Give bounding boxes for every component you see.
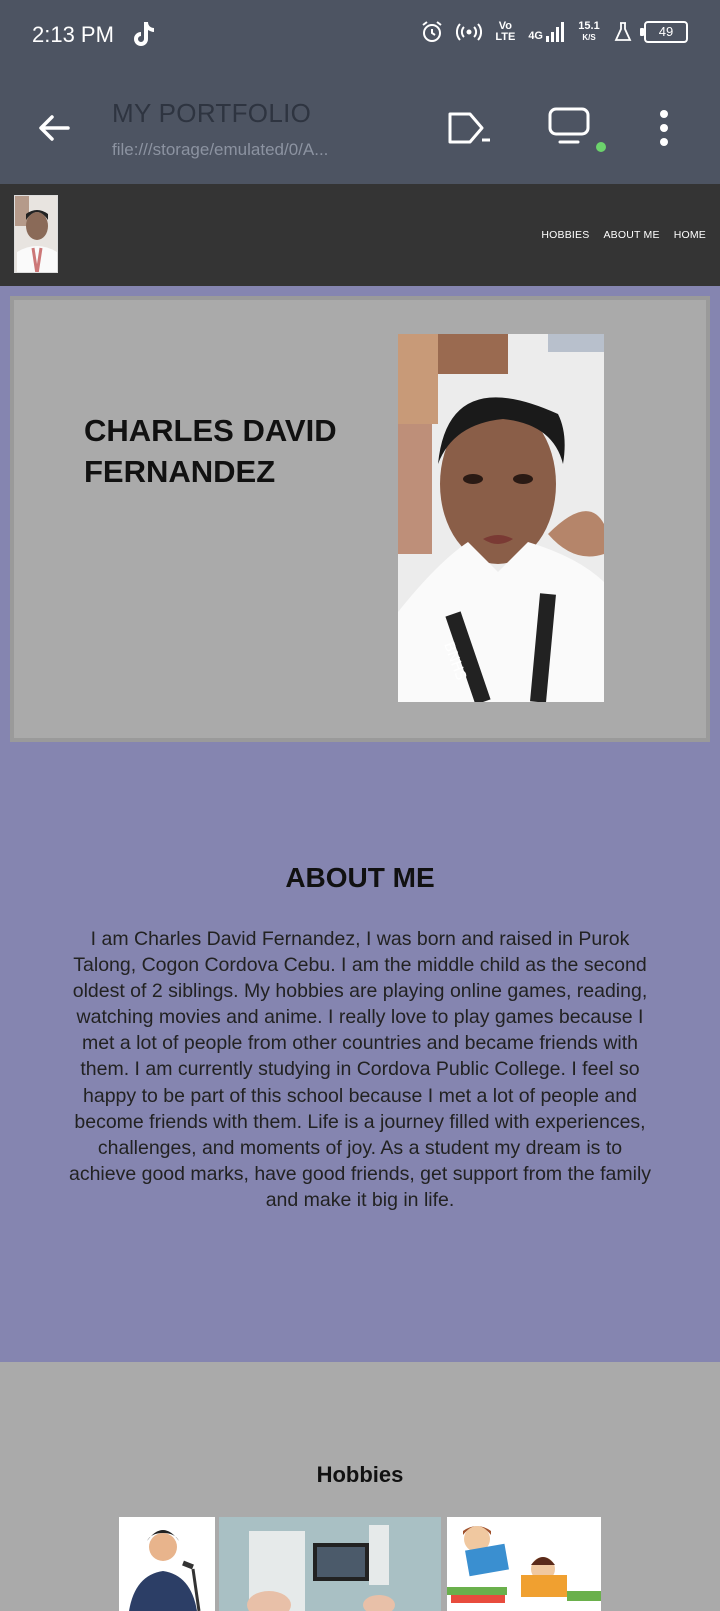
nav-hobbies[interactable]: HOBBIES xyxy=(541,229,589,241)
profile-photo: BNHS xyxy=(398,334,604,702)
volte-label: Vo LTE xyxy=(495,20,516,43)
profile-photo-art: BNHS xyxy=(398,334,604,702)
net-speed-value: 15.1 xyxy=(578,20,600,32)
page-title: MY PORTFOLIO xyxy=(112,98,312,128)
profile-thumbnail[interactable] xyxy=(14,195,58,273)
desktop-mode-icon[interactable] xyxy=(546,106,594,146)
status-dot xyxy=(596,142,606,152)
hero-name: CHARLES DAVID FERNANDEZ xyxy=(84,413,337,490)
hero-card xyxy=(10,296,710,742)
network-type: 4G xyxy=(528,30,543,42)
cast-icon[interactable] xyxy=(448,110,492,146)
browser-toolbar: MY PORTFOLIO file:///storage/emulated/0/… xyxy=(0,72,720,184)
url-text[interactable]: file:///storage/emulated/0/A... xyxy=(112,140,328,160)
alarm-icon xyxy=(422,21,442,42)
status-time: 2:13 PM xyxy=(32,22,114,47)
status-bar: 2:13 PM Vo LTE 4G 15.1 K/S 49 xyxy=(0,0,720,72)
about-text: I am Charles David Fernandez, I was born… xyxy=(68,928,652,1211)
status-icons: Vo LTE 4G 15.1 K/S 49 xyxy=(420,20,688,44)
hobby-movies-image xyxy=(219,1517,441,1611)
more-menu-icon[interactable] xyxy=(654,108,674,148)
tv-room-photo xyxy=(219,1517,441,1611)
flask-icon xyxy=(614,22,632,41)
tiktok-icon xyxy=(134,22,154,46)
battery-indicator: 49 xyxy=(640,21,688,43)
nav-home[interactable]: HOME xyxy=(674,229,706,241)
site-nav: HOBBIES ABOUT ME HOME xyxy=(541,229,706,241)
hobbies-title: Hobbies xyxy=(316,1462,404,1487)
hobby-reading-image xyxy=(447,1517,601,1611)
net-speed-unit: K/S xyxy=(582,33,596,42)
kids-reading-illustration xyxy=(447,1517,601,1611)
signal-icon xyxy=(546,22,564,42)
hobby-singing-image xyxy=(119,1517,215,1611)
hotspot-icon xyxy=(456,23,483,41)
nav-about-me[interactable]: ABOUT ME xyxy=(603,229,659,241)
singer-illustration xyxy=(119,1517,215,1611)
net-speed: 15.1 K/S xyxy=(576,21,602,43)
about-title: ABOUT ME xyxy=(285,862,435,893)
back-arrow-icon[interactable] xyxy=(36,110,72,146)
profile-thumbnail-photo xyxy=(15,196,57,272)
